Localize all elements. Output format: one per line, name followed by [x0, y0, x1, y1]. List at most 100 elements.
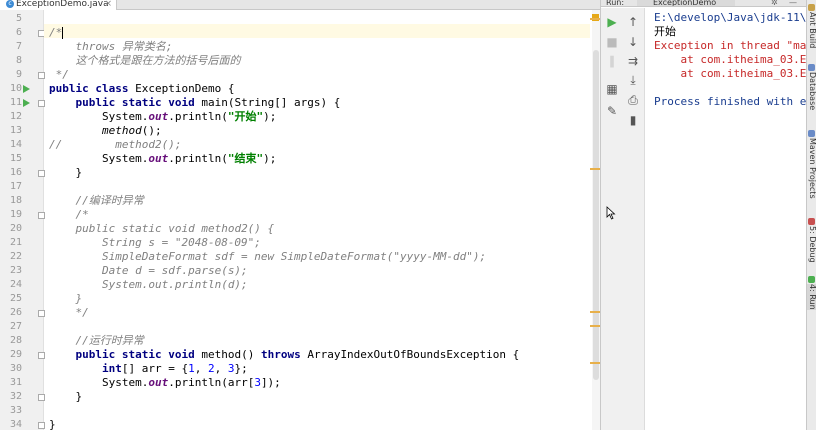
scrollbar-thumb[interactable] [593, 50, 599, 380]
line-number: 6 [15, 27, 22, 38]
line-number: 23 [9, 265, 22, 276]
ant-build-icon[interactable] [808, 4, 815, 11]
down-arrow-icon[interactable]: ↓ [625, 36, 641, 48]
code-line[interactable]: } [49, 390, 82, 404]
code-line[interactable]: Date d = sdf.parse(s); [49, 264, 248, 278]
line-number: 21 [9, 237, 22, 248]
code-line[interactable]: 这个格式是跟在方法的括号后面的 [49, 54, 240, 68]
debug-icon[interactable] [808, 218, 815, 225]
run-label: Run: [606, 0, 625, 7]
print-icon[interactable]: ⎙ [625, 94, 641, 106]
code-line[interactable]: SimpleDateFormat sdf = new SimpleDateFor… [49, 250, 486, 264]
code-line[interactable]: /* [49, 26, 64, 40]
line-number: 26 [9, 307, 22, 318]
line-number: 25 [9, 293, 22, 304]
line-gutter: 5 6 7 8 9 10 11 12 13 14 15 16 17 18 19 20 21 22 23 24 25 26 2… [0, 10, 45, 430]
database-icon[interactable] [808, 64, 815, 71]
code-line[interactable]: System.out.println(arr[3]); [49, 376, 281, 390]
line-number: 5 [15, 13, 22, 24]
gear-icon[interactable]: ✲ [771, 0, 778, 6]
code-line[interactable]: System.out.println("开始"); [49, 110, 276, 124]
ide-window: c ExceptionDemo.java × 5 6 7 8 9 10 11 12 13 14 15 16… [0, 0, 816, 430]
stop-icon[interactable]: ■ [604, 36, 620, 48]
console-line: at com.itheima_03.E [654, 53, 807, 66]
code-line[interactable]: public class ExceptionDemo { [49, 82, 234, 96]
database-tab[interactable]: Database [807, 72, 816, 110]
code-line[interactable]: System.out.println("结束"); [49, 152, 276, 166]
console-line: 开始 [654, 25, 676, 38]
console-line: Process finished with e [654, 95, 807, 108]
debug-tab[interactable]: 5: Debug [807, 226, 816, 263]
line-number: 22 [9, 251, 22, 262]
code-area[interactable]: /* throws 异常类名; 这个格式是跟在方法的括号后面的 */public… [44, 10, 590, 430]
run-config-tab[interactable]: ExceptionDemo [637, 0, 735, 6]
close-icon[interactable]: × [104, 0, 112, 9]
line-number: 13 [9, 125, 22, 136]
code-line[interactable]: String s = "2048-08-09"; [49, 236, 261, 250]
console-output[interactable]: E:\develop\Java\jdk-11\ 开始 Exception in th… [650, 8, 807, 430]
line-number: 24 [9, 279, 22, 290]
line-number: 9 [15, 69, 22, 80]
marker-stripe[interactable] [590, 18, 600, 20]
code-line[interactable]: throws 异常类名; [49, 40, 172, 54]
right-tool-strip: Ant Build Database Maven Projects 5: Deb… [806, 0, 816, 430]
marker-stripe[interactable] [590, 311, 600, 313]
code-line[interactable]: public static void method2() { [49, 222, 275, 236]
line-number: 20 [9, 223, 22, 234]
minimize-icon[interactable]: — [789, 0, 797, 6]
console-line: Exception in thread "ma [654, 39, 807, 52]
code-line[interactable]: //运行时异常 [49, 334, 144, 348]
line-number: 17 [9, 181, 22, 192]
java-class-icon: c [6, 0, 14, 8]
line-number: 27 [9, 321, 22, 332]
run-gutter-icon[interactable] [23, 99, 30, 107]
tab-exceptiondemo[interactable]: c ExceptionDemo.java × [0, 0, 117, 10]
line-number: 12 [9, 111, 22, 122]
line-number: 31 [9, 377, 22, 388]
line-number: 34 [9, 419, 22, 430]
code-line[interactable]: int[] arr = {1, 2, 3}; [49, 362, 248, 376]
mouse-cursor-icon [606, 206, 616, 220]
code-line[interactable]: } [49, 292, 83, 306]
line-number: 7 [15, 41, 22, 52]
line-number: 32 [9, 391, 22, 402]
pause-icon[interactable]: ∥ [604, 55, 620, 67]
run-tab[interactable]: 4: Run [807, 284, 816, 310]
code-line[interactable]: } [49, 418, 56, 430]
line-number: 28 [9, 335, 22, 346]
line-number: 19 [9, 209, 22, 220]
maven-icon[interactable] [808, 130, 815, 137]
code-line[interactable]: */ [49, 68, 69, 82]
rerun-icon[interactable]: ▶ [604, 16, 620, 28]
maven-projects-tab[interactable]: Maven Projects [807, 138, 816, 199]
code-line[interactable]: // method2(); [49, 138, 181, 152]
console-line: at com.itheima_03.E [654, 67, 807, 80]
scroll-to-end-icon[interactable]: ⤓ [625, 74, 641, 86]
up-arrow-icon[interactable]: ↑ [625, 16, 641, 28]
layout-icon[interactable]: ▦ [604, 83, 620, 95]
line-number: 18 [9, 195, 22, 206]
code-line[interactable]: public static void method() throws Array… [49, 348, 520, 362]
code-line[interactable]: public static void main(String[] args) { [49, 96, 341, 110]
code-line[interactable]: } [49, 166, 82, 180]
pin-icon[interactable]: ✎ [604, 105, 620, 117]
soft-wrap-icon[interactable]: ⇉ [625, 55, 641, 67]
marker-stripe[interactable] [590, 325, 600, 327]
code-line[interactable]: //编译时异常 [49, 194, 144, 208]
run-icon[interactable] [808, 276, 815, 283]
line-number: 15 [9, 153, 22, 164]
text-caret [62, 27, 64, 39]
editor-scrollbar[interactable] [592, 10, 600, 430]
code-line[interactable]: */ [49, 306, 89, 320]
line-number: 8 [15, 55, 22, 66]
run-header: Run: ExceptionDemo ✲ — [601, 0, 807, 7]
marker-stripe[interactable] [590, 168, 600, 170]
marker-stripe[interactable] [590, 362, 600, 364]
code-line[interactable]: method(); [49, 124, 162, 138]
code-line[interactable]: /* [49, 208, 89, 222]
line-number: 30 [9, 363, 22, 374]
code-line[interactable]: System.out.println(d); [49, 278, 248, 292]
trash-icon[interactable]: ▮ [625, 114, 641, 126]
run-gutter-icon[interactable] [23, 85, 30, 93]
ant-build-tab[interactable]: Ant Build [807, 12, 816, 48]
